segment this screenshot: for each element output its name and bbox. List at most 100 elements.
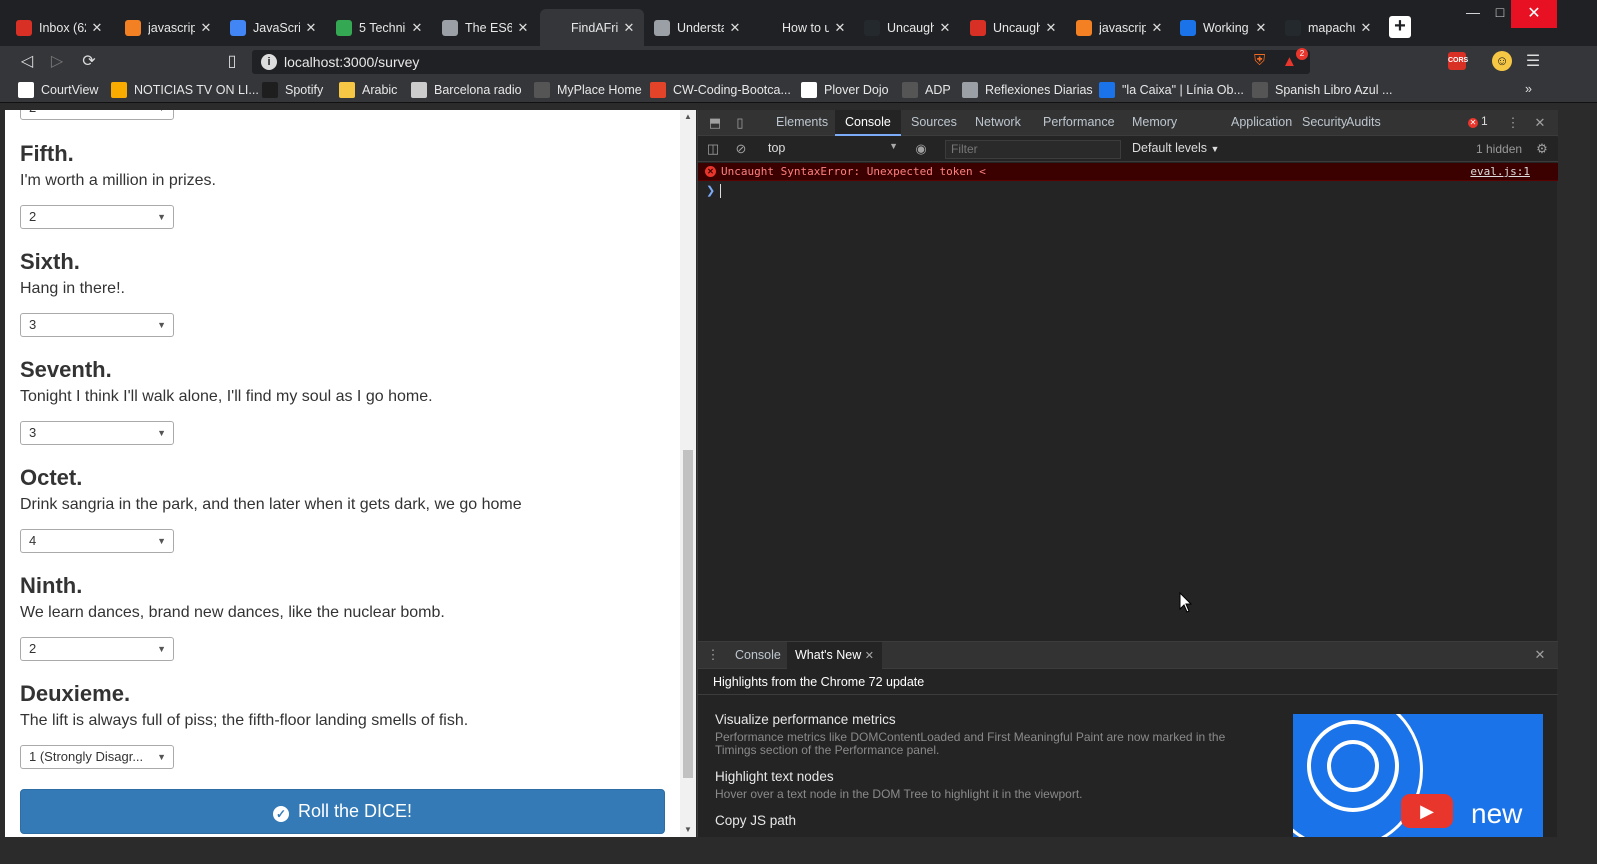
address-bar[interactable]: i localhost:3000/survey ⛨ ▲ 2 xyxy=(252,48,1310,74)
minimize-button[interactable]: — xyxy=(1460,4,1486,20)
close-tab-icon[interactable]: ✕ xyxy=(938,20,952,36)
bookmark-item[interactable]: Barcelona radio xyxy=(411,82,522,98)
error-source-link[interactable]: eval.js:1 xyxy=(1470,165,1530,178)
info-icon[interactable]: i xyxy=(261,54,277,70)
browser-tab[interactable]: Inbox (62) ✕ xyxy=(8,9,112,46)
device-toolbar-icon[interactable]: ▯ xyxy=(731,114,749,132)
bookmark-item[interactable]: Spotify xyxy=(262,82,323,98)
close-tab-icon[interactable]: ✕ xyxy=(1044,20,1058,36)
browser-tab[interactable]: FindAFrie ✕ xyxy=(540,9,644,46)
log-levels-dropdown[interactable]: Default levels ▼ xyxy=(1132,141,1219,155)
profile-avatar[interactable]: ☺ xyxy=(1492,51,1512,71)
devtools-tab[interactable]: Network xyxy=(965,110,1031,136)
console-input[interactable] xyxy=(720,184,721,198)
answer-select[interactable]: 3 ▼ xyxy=(20,421,174,445)
scroll-up-icon[interactable]: ▲ xyxy=(680,110,696,124)
answer-select[interactable]: 1 (Strongly Disagr... ▼ xyxy=(20,745,174,769)
close-tab-icon[interactable]: ✕ xyxy=(865,650,874,662)
browser-tab[interactable]: JavaScript ✕ xyxy=(222,9,326,46)
browser-tab[interactable]: Understa ✕ xyxy=(646,9,750,46)
drawer-menu-icon[interactable]: ⋮ xyxy=(704,646,722,664)
whats-new-item[interactable]: Copy JS path xyxy=(715,813,1255,832)
devtools-tab[interactable]: Console xyxy=(835,110,901,136)
bookmark-item[interactable]: Reflexiones Diarias xyxy=(962,82,1093,98)
close-tab-icon[interactable]: ✕ xyxy=(1254,20,1268,36)
cors-extension-icon[interactable]: CORS xyxy=(1448,52,1468,70)
maximize-button[interactable]: □ xyxy=(1487,4,1513,20)
answer-select[interactable]: 2 ▼ xyxy=(20,110,174,120)
answer-select[interactable]: 2 ▼ xyxy=(20,637,174,661)
close-drawer-icon[interactable]: ✕ xyxy=(1531,646,1549,664)
answer-select[interactable]: 4 ▼ xyxy=(20,529,174,553)
inspect-element-icon[interactable]: ⬒ xyxy=(706,114,724,132)
devtools-tab[interactable]: Sources xyxy=(901,110,967,136)
answer-select[interactable]: 3 ▼ xyxy=(20,313,174,337)
bookmark-icon[interactable]: ▯ xyxy=(222,52,242,72)
devtools-tab[interactable]: Audits xyxy=(1336,110,1391,136)
bookmark-item[interactable]: "la Caixa" | Línia Ob... xyxy=(1099,82,1244,98)
browser-tab[interactable]: How to u ✕ xyxy=(751,9,855,46)
close-devtools-icon[interactable]: ✕ xyxy=(1531,114,1549,132)
browser-tab[interactable]: The ES6 w ✕ xyxy=(434,9,538,46)
bookmark-item[interactable]: NOTICIAS TV ON LI... xyxy=(111,82,259,98)
whats-new-item[interactable]: Highlight text nodes Hover over a text no… xyxy=(715,769,1255,801)
browser-tab[interactable]: Uncaught ✕ xyxy=(962,9,1066,46)
whats-new-heading[interactable]: Visualize performance metrics xyxy=(715,712,1255,727)
bookmark-item[interactable]: CourtView xyxy=(18,82,98,98)
bookmark-item[interactable]: CW-Coding-Bootca... xyxy=(650,82,791,98)
close-tab-icon[interactable]: ✕ xyxy=(728,20,742,36)
browser-tab[interactable]: javascript ✕ xyxy=(1068,9,1172,46)
more-bookmarks-icon[interactable]: » xyxy=(1525,82,1532,96)
close-window-button[interactable]: ✕ xyxy=(1511,0,1557,28)
brave-shield-icon[interactable]: ⛨ xyxy=(1254,52,1272,72)
bookmark-item[interactable]: Plover Dojo xyxy=(801,82,889,98)
reload-button[interactable]: ⟳ xyxy=(79,52,99,72)
console-filter-input[interactable]: Filter xyxy=(945,140,1121,159)
bookmark-item[interactable]: Arabic xyxy=(339,82,397,98)
youtube-play-icon[interactable]: ▶ xyxy=(1401,794,1453,828)
scroll-down-icon[interactable]: ▼ xyxy=(680,823,696,837)
browser-tab[interactable]: Working ✕ xyxy=(1172,9,1276,46)
devtools-tab[interactable]: Performance xyxy=(1033,110,1125,136)
new-tab-button[interactable]: + xyxy=(1389,16,1411,38)
drawer-tab[interactable]: Console xyxy=(727,642,789,669)
page-scrollbar[interactable]: ▲ ▼ xyxy=(680,110,696,837)
close-tab-icon[interactable]: ✕ xyxy=(516,20,530,36)
close-tab-icon[interactable]: ✕ xyxy=(622,20,636,36)
error-count-badge[interactable]: ✕ 1 xyxy=(1468,114,1488,128)
scrollbar-thumb[interactable] xyxy=(683,450,693,778)
settings-gear-icon[interactable]: ⚙ xyxy=(1533,140,1551,158)
close-tab-icon[interactable]: ✕ xyxy=(833,20,847,36)
devtools-tab[interactable]: Application xyxy=(1221,110,1302,136)
back-button[interactable]: ◁ xyxy=(17,52,37,72)
close-tab-icon[interactable]: ✕ xyxy=(1150,20,1164,36)
sidebar-toggle-icon[interactable]: ◫ xyxy=(704,140,722,158)
bookmark-item[interactable]: Spanish Libro Azul ... xyxy=(1252,82,1392,98)
browser-tab[interactable]: mapachu ✕ xyxy=(1277,9,1381,46)
drawer-tab[interactable]: What's New ✕ xyxy=(787,642,882,669)
forward-button[interactable]: ▷ xyxy=(47,52,67,72)
devtools-tab[interactable]: Memory xyxy=(1122,110,1187,136)
browser-tab[interactable]: javascript ✕ xyxy=(117,9,221,46)
bookmark-item[interactable]: MyPlace Home xyxy=(534,82,642,98)
close-tab-icon[interactable]: ✕ xyxy=(304,20,318,36)
menu-icon[interactable]: ☰ xyxy=(1523,52,1543,72)
close-tab-icon[interactable]: ✕ xyxy=(199,20,213,36)
clear-console-icon[interactable]: ⊘ xyxy=(732,140,750,158)
roll-dice-button[interactable]: ✓ Roll the DICE! xyxy=(20,789,665,834)
whats-new-heading[interactable]: Highlight text nodes xyxy=(715,769,1255,784)
devtools-tab[interactable]: Elements xyxy=(766,110,838,136)
close-tab-icon[interactable]: ✕ xyxy=(410,20,424,36)
close-tab-icon[interactable]: ✕ xyxy=(90,20,104,36)
answer-select[interactable]: 2 ▼ xyxy=(20,205,174,229)
bookmark-item[interactable]: ADP xyxy=(902,82,951,98)
browser-tab[interactable]: 5 Techniq ✕ xyxy=(328,9,432,46)
browser-tab[interactable]: Uncaught ✕ xyxy=(856,9,960,46)
eye-icon[interactable]: ◉ xyxy=(912,140,930,158)
chrome-update-promo-image[interactable]: ▶ new xyxy=(1293,714,1543,837)
whats-new-heading[interactable]: Copy JS path xyxy=(715,813,1255,828)
close-tab-icon[interactable]: ✕ xyxy=(1359,20,1373,36)
context-select[interactable]: top ▼ xyxy=(768,141,898,155)
url-text[interactable]: localhost:3000/survey xyxy=(284,54,419,70)
whats-new-item[interactable]: Visualize performance metrics Performance… xyxy=(715,712,1255,757)
